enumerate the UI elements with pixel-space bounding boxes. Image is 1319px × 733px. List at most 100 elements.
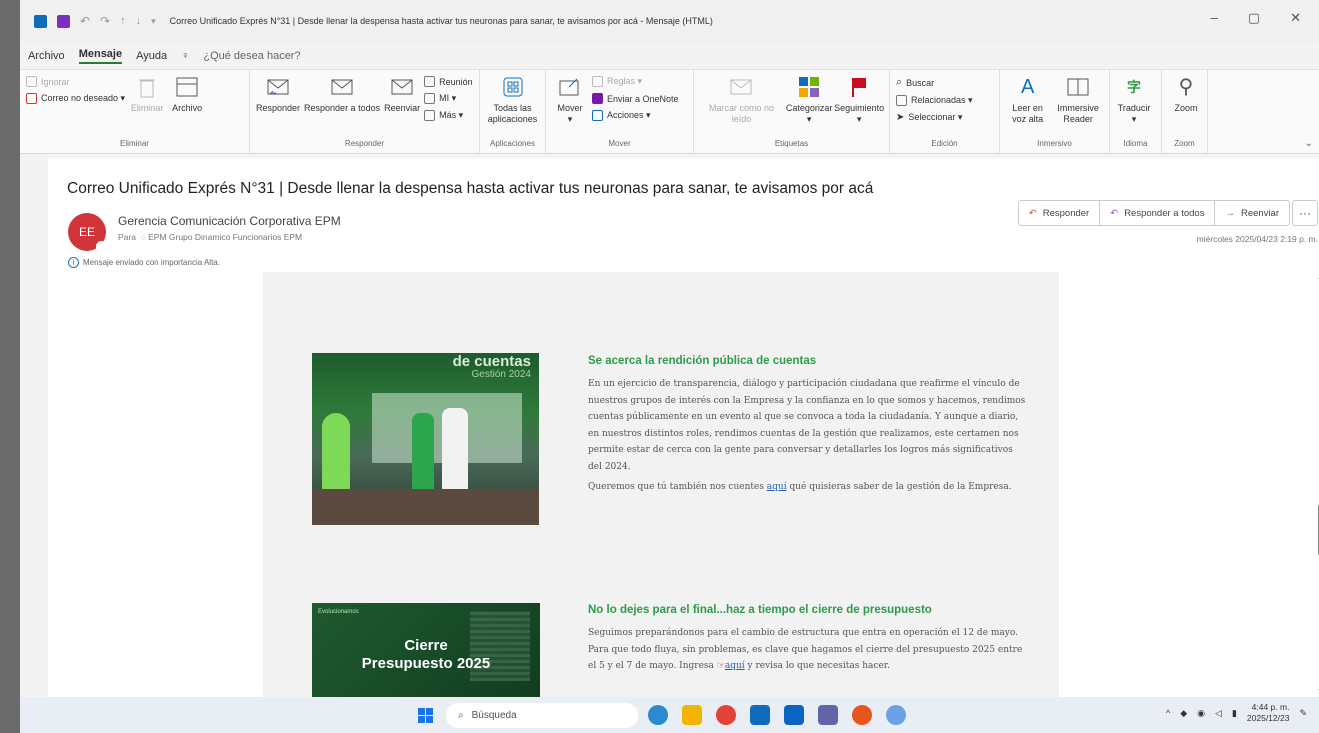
group-responder: Responder Responder a todos Reenviar Reu… [250,70,480,153]
group-idioma: 字 Traducir ▾ Idioma [1110,70,1162,153]
settings-app-icon[interactable] [886,705,906,725]
save-icon[interactable] [57,14,70,28]
collapse-ribbon-icon[interactable]: ⌄ [1305,138,1313,149]
to-label: Para [118,232,136,242]
delete-button[interactable]: Eliminar [129,74,165,114]
flag-icon [846,74,872,100]
message-pane: Correo Unificado Exprés N°31 | Desde lle… [48,158,1319,697]
network-icon[interactable]: ◆ [1180,708,1187,719]
reply-all-action-button[interactable]: ↶ Responder a todos [1100,201,1216,225]
categorize-icon [796,74,822,100]
find-button[interactable]: ⌕ Buscar [896,76,973,89]
notifications-icon[interactable]: ✎ [1299,708,1307,719]
image-title: de cuentas [452,353,531,370]
menu-ayuda[interactable]: Ayuda [136,50,167,62]
read-aloud-button[interactable]: A Leer en voz alta [1006,74,1049,125]
start-button[interactable] [418,708,433,723]
image-tag: Evolucionamos [318,609,359,615]
taskbar: ⌕ Búsqueda ^ ◆ ◉ ◁ ▮ 4:44 p. m. 2025/12/23… [20,697,1319,733]
previous-item-icon[interactable]: ↑ [120,15,126,27]
recipient-name[interactable]: EPM Grupo Dinamico Funcionarios EPM [148,232,302,242]
categorize-button[interactable]: Categorizar ▾ [786,74,832,125]
group-label-mover: Mover [608,139,631,148]
clock[interactable]: 4:44 p. m. 2025/12/23 [1247,702,1290,724]
aqui-link[interactable]: aquí [767,482,787,492]
translate-dropdown-icon: ▾ [1131,114,1137,124]
group-mover: Mover ▾ Reglas ▾ Enviar a OneNote Accione… [546,70,694,153]
tell-me-search[interactable]: ¿Qué desea hacer? [203,50,300,62]
quick-access-dropdown-icon[interactable]: ▾ [151,16,156,27]
forward-button[interactable]: Reenviar [384,74,420,114]
meeting-button[interactable]: Reunión [424,76,473,87]
actions-icon [592,110,603,121]
reply-all-icon [329,74,355,100]
undo-icon[interactable]: ↶ [80,14,90,28]
article-presupuesto: No lo dejes para el final...haz a tiempo… [588,604,1028,679]
menu-mensaje[interactable]: Mensaje [78,48,123,64]
group-label-idioma: Idioma [1123,139,1148,148]
taskbar-search[interactable]: ⌕ Búsqueda [446,703,638,728]
im-button[interactable]: MI ▾ [424,93,473,104]
search-icon: ⌕ [458,710,464,721]
aqui-link[interactable]: aquí [725,661,745,671]
vertical-scrollbar[interactable]: ▲ ▼ [1314,272,1319,697]
all-apps-button[interactable]: Todas las aplicaciones [486,74,539,125]
magnifier-icon: ⚲ [1178,75,1194,98]
office-app-icon[interactable] [852,705,872,725]
related-button[interactable]: Relacionadas ▾ [896,95,973,106]
image-line-2: Presupuesto 2025 [361,655,491,672]
translate-button[interactable]: 字 Traducir ▾ [1116,74,1152,125]
cierre-presupuesto-image: Evolucionamos Cierre Presupuesto 2025 [312,603,540,697]
junk-button[interactable]: Correo no deseado ▾ [26,93,125,104]
follow-up-button[interactable]: Seguimiento ▾ [834,74,884,125]
reply-icon: ↶ [1028,207,1037,219]
rules-button[interactable]: Reglas ▾ [592,76,679,87]
select-button[interactable]: ➤ Seleccionar ▾ [896,112,973,123]
image-subtitle: Gestión 2024 [471,369,532,380]
article-paragraph: Queremos que tú también nos cuentes aquí… [588,482,1012,492]
immersive-reader-button[interactable]: Immersive Reader [1053,74,1103,125]
teams-app-icon[interactable] [818,705,838,725]
mark-unread-button[interactable]: Marcar como no leído [700,74,783,125]
store-app-icon[interactable] [750,705,770,725]
outlook-app-icon [34,14,47,28]
edge-app-icon[interactable] [648,705,668,725]
reply-button[interactable]: Responder [256,74,300,114]
next-item-icon[interactable]: ↓ [136,15,142,27]
forward-action-button[interactable]: → Reenviar [1215,201,1289,225]
menu-archivo[interactable]: Archivo [28,50,65,62]
minimize-button[interactable]: – [1211,10,1218,26]
wifi-icon[interactable]: ◉ [1197,708,1205,719]
chrome-app-icon[interactable] [716,705,736,725]
move-button[interactable]: Mover ▾ [552,74,588,125]
actions-button[interactable]: Acciones ▾ [592,110,679,121]
group-aplicaciones: Todas las aplicaciones Aplicaciones [480,70,546,153]
title-bar: ↶ ↷ ↑ ↓ ▾ Correo Unificado Exprés N°31 |… [20,0,1319,42]
image-line-1: Cierre [404,637,448,654]
lightbulb-icon: ♀ [181,49,190,62]
sender-name[interactable]: Gerencia Comunicación Corporativa EPM [118,214,341,228]
volume-icon[interactable]: ◁ [1215,708,1222,719]
more-actions-button[interactable]: ··· [1292,200,1318,226]
recipients: Para ◌ EPM Grupo Dinamico Funcionarios E… [118,232,303,242]
archive-icon [174,74,200,100]
send-onenote-button[interactable]: Enviar a OneNote [592,93,679,104]
group-label-aplicaciones: Aplicaciones [490,139,535,148]
group-zoom: ⚲ Zoom Zoom [1162,70,1208,153]
reply-action-button[interactable]: ↶ Responder [1019,201,1101,225]
presence-icon [96,241,107,252]
reply-all-button[interactable]: Responder a todos [304,74,380,114]
chevron-up-icon[interactable]: ^ [1166,708,1170,718]
battery-icon[interactable]: ▮ [1232,708,1237,719]
redo-icon[interactable]: ↷ [100,14,110,28]
group-etiquetas: Marcar como no leído Categorizar ▾ Seguim… [694,70,890,153]
archive-button[interactable]: Archivo [169,74,205,114]
ignore-button[interactable]: Ignorar [26,76,125,87]
close-button[interactable]: ✕ [1290,10,1301,26]
file-explorer-icon[interactable] [682,705,702,725]
zoom-button[interactable]: ⚲ Zoom [1168,74,1204,114]
outlook-app-icon[interactable] [784,705,804,725]
trash-icon [134,74,160,100]
restore-button[interactable]: ▢ [1248,10,1260,26]
more-respond-button[interactable]: Más ▾ [424,110,473,121]
